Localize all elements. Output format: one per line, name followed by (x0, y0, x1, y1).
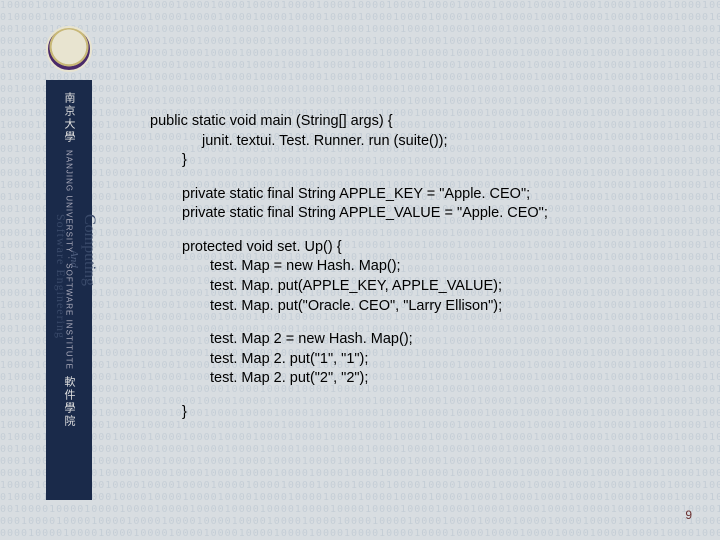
code-line: test. Map 2. put("2", "2"); (210, 369, 670, 389)
sidebar-en-and: And (68, 250, 80, 494)
page-number: 9 (685, 508, 692, 522)
university-logo (46, 26, 92, 72)
code-line: test. Map 2. put("1", "1"); (210, 350, 670, 370)
code-line: protected void set. Up() { (182, 238, 670, 258)
code-content: public static void main (String[] args) … (150, 112, 670, 436)
sidebar-english-block: Computing And Software Engineering (53, 214, 98, 494)
code-line: public static void main (String[] args) … (150, 112, 670, 132)
sidebar-en-software: Software Engineering (53, 214, 68, 494)
code-line: test. Map = new Hash. Map(); (182, 257, 670, 277)
code-line: } (182, 403, 670, 423)
code-line: junit. textui. Test. Runner. run (suite(… (150, 132, 670, 152)
code-line: test. Map. put("Oracle. CEO", "Larry Ell… (182, 297, 670, 317)
code-line: private static final String APPLE_KEY = … (182, 185, 670, 205)
code-line: test. Map 2 = new Hash. Map(); (210, 330, 670, 350)
sidebar-en-computing: Computing (80, 214, 98, 494)
sidebar-cn-university: 南京大學 (61, 92, 77, 144)
code-line: test. Map. put(APPLE_KEY, APPLE_VALUE); (182, 277, 670, 297)
code-line: } (150, 151, 670, 171)
code-line: private static final String APPLE_VALUE … (182, 204, 670, 224)
